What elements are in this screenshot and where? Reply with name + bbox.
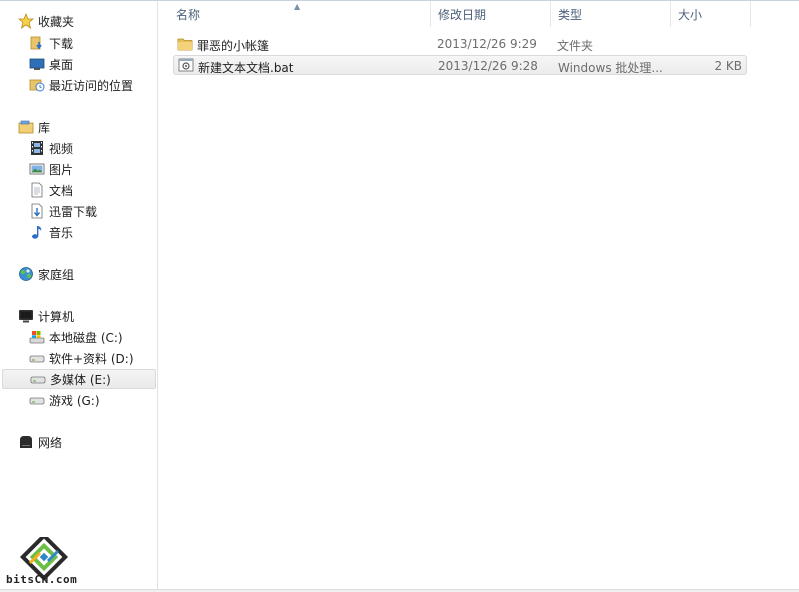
column-header-bar: 名称 ▲ 修改日期 类型 大小	[159, 1, 799, 29]
nav-network[interactable]: 网络	[18, 432, 156, 452]
nav-computer[interactable]: 计算机	[18, 306, 156, 326]
nav-favorites[interactable]: 收藏夹	[18, 11, 156, 31]
column-header-size[interactable]: 大小	[671, 1, 751, 27]
column-header-date-modified[interactable]: 修改日期	[431, 1, 551, 27]
file-type: Windows 批处理...	[558, 61, 663, 75]
file-name: 罪恶的小帐篷	[197, 39, 270, 53]
nav-item-label: 迅雷下载	[49, 204, 98, 219]
nav-item-documents[interactable]: 文档	[29, 180, 156, 200]
library-icon	[18, 119, 34, 135]
nav-item-recent-places[interactable]: 最近访问的位置	[29, 75, 156, 95]
nav-network-label: 网络	[38, 435, 63, 450]
nav-item-desktop[interactable]: 桌面	[29, 54, 156, 74]
explorer-window: 收藏夹 下载 桌面 最近访问的位置 库 视频 图片 文档 迅雷下载 音乐 家庭组…	[0, 0, 799, 592]
download-folder-icon	[29, 35, 45, 51]
computer-icon	[18, 308, 34, 324]
nav-item-videos[interactable]: 视频	[29, 138, 156, 158]
nav-libraries[interactable]: 库	[18, 117, 156, 137]
column-header-label: 修改日期	[438, 7, 487, 22]
column-header-label: 名称	[176, 7, 201, 22]
nav-item-label: 下载	[49, 36, 74, 51]
folder-icon	[177, 36, 193, 52]
nav-item-music[interactable]: 音乐	[29, 222, 156, 242]
sort-ascending-icon: ▲	[294, 2, 301, 11]
file-row-selected[interactable]: 新建文本文档.bat 2013/12/26 9:28 Windows 批处理..…	[173, 55, 747, 75]
nav-item-thunder-downloads[interactable]: 迅雷下载	[29, 201, 156, 221]
file-date-modified: 2013/12/26 9:28	[438, 59, 538, 73]
nav-item-drive-c[interactable]: 本地磁盘 (C:)	[29, 327, 156, 347]
nav-item-label: 文档	[49, 183, 74, 198]
nav-item-drive-g[interactable]: 游戏 (G:)	[29, 390, 156, 410]
drive-icon	[29, 392, 45, 408]
nav-item-label: 图片	[49, 162, 74, 177]
batch-file-icon	[178, 57, 194, 73]
nav-item-drive-d[interactable]: 软件+资料 (D:)	[29, 348, 156, 368]
nav-homegroup[interactable]: 家庭组	[18, 264, 156, 284]
file-type: 文件夹	[557, 39, 594, 53]
navigation-pane[interactable]: 收藏夹 下载 桌面 最近访问的位置 库 视频 图片 文档 迅雷下载 音乐 家庭组…	[0, 1, 158, 592]
nav-favorites-label: 收藏夹	[38, 14, 75, 29]
picture-icon	[29, 161, 45, 177]
nav-homegroup-label: 家庭组	[38, 267, 75, 282]
document-icon	[29, 182, 45, 198]
column-header-label: 类型	[558, 7, 583, 22]
nav-item-label: 软件+资料 (D:)	[49, 351, 134, 366]
nav-libraries-label: 库	[38, 120, 51, 135]
desktop-icon	[29, 56, 45, 72]
drive-icon	[29, 350, 45, 366]
drive-icon	[30, 371, 46, 387]
nav-item-label: 多媒体 (E:)	[50, 372, 111, 387]
download-folder-icon	[29, 203, 45, 219]
file-row[interactable]: 罪恶的小帐篷 2013/12/26 9:29 文件夹	[173, 34, 747, 54]
nav-item-drive-e[interactable]: 多媒体 (E:)	[2, 369, 156, 389]
nav-item-label: 最近访问的位置	[49, 78, 134, 93]
recent-places-icon	[29, 77, 45, 93]
file-name: 新建文本文档.bat	[198, 61, 294, 75]
network-icon	[18, 434, 34, 450]
nav-item-downloads[interactable]: 下载	[29, 33, 156, 53]
nav-computer-label: 计算机	[38, 309, 75, 324]
watermark-text: bitsCN.com	[6, 573, 78, 586]
star-icon	[18, 13, 34, 29]
nav-item-label: 本地磁盘 (C:)	[49, 330, 123, 345]
nav-item-label: 游戏 (G:)	[49, 393, 100, 408]
nav-item-label: 桌面	[49, 57, 74, 72]
file-date-modified: 2013/12/26 9:29	[437, 37, 537, 51]
music-icon	[29, 224, 45, 240]
nav-item-label: 音乐	[49, 225, 74, 240]
video-icon	[29, 140, 45, 156]
nav-item-label: 视频	[49, 141, 74, 156]
column-header-type[interactable]: 类型	[551, 1, 671, 27]
file-size: 2 KB	[714, 59, 742, 73]
nav-item-pictures[interactable]: 图片	[29, 159, 156, 179]
system-drive-icon	[29, 329, 45, 345]
homegroup-icon	[18, 266, 34, 282]
file-list-pane[interactable]: 名称 ▲ 修改日期 类型 大小 罪恶的小帐篷 2013/12/26 9:29 文…	[159, 1, 799, 592]
column-header-label: 大小	[678, 7, 703, 22]
